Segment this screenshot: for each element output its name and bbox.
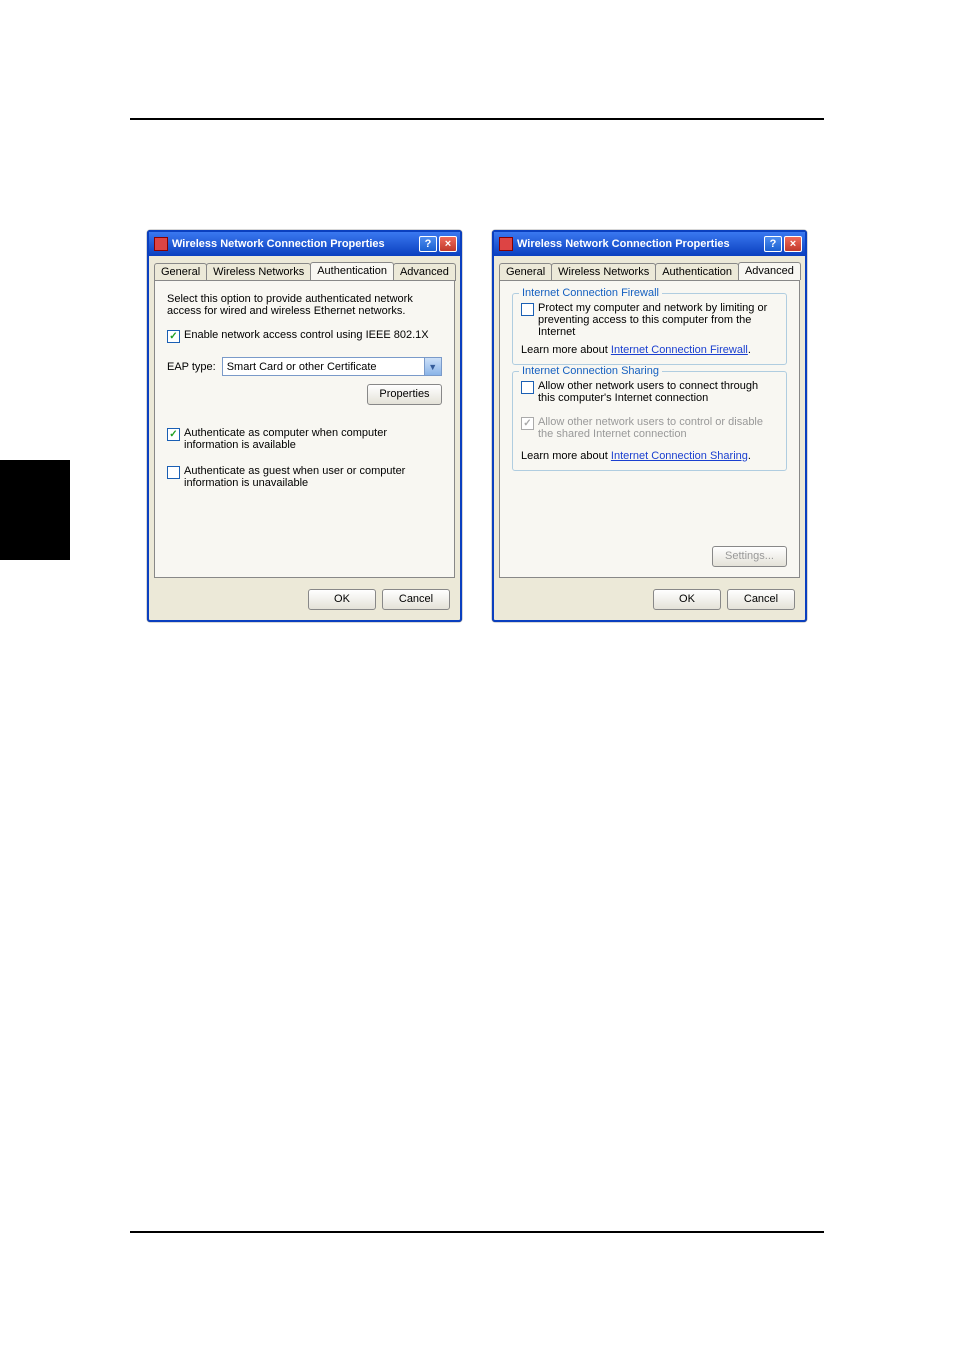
window-title: Wireless Network Connection Properties: [172, 238, 415, 250]
checkbox-auth-as-computer[interactable]: ✓ Authenticate as computer when computer…: [167, 427, 442, 451]
eap-type-label: EAP type:: [167, 361, 216, 373]
window-title: Wireless Network Connection Properties: [517, 238, 760, 250]
close-button[interactable]: ×: [439, 236, 457, 252]
tab-authentication[interactable]: Authentication: [655, 263, 739, 281]
link-icf[interactable]: Internet Connection Firewall: [611, 344, 748, 356]
checkbox-icon: ✓: [521, 417, 534, 430]
checkbox-icon: [167, 466, 180, 479]
settings-button: Settings...: [712, 546, 787, 567]
cancel-button[interactable]: Cancel: [727, 589, 795, 610]
tab-content-authentication: Select this option to provide authentica…: [154, 280, 455, 578]
tab-general[interactable]: General: [499, 263, 552, 281]
ics-learn-more: Learn more about Internet Connection Sha…: [521, 450, 778, 462]
checkbox-enable-8021x[interactable]: ✓ Enable network access control using IE…: [167, 329, 442, 343]
auth-intro-text: Select this option to provide authentica…: [167, 293, 442, 317]
groupbox-legend: Internet Connection Sharing: [519, 365, 662, 377]
tab-content-advanced: Internet Connection Firewall Protect my …: [499, 280, 800, 578]
eap-type-value: Smart Card or other Certificate: [227, 361, 377, 373]
help-button[interactable]: ?: [764, 236, 782, 252]
chevron-down-icon: ▼: [424, 358, 441, 375]
tab-strip: General Wireless Networks Authentication…: [494, 256, 805, 280]
help-button[interactable]: ?: [419, 236, 437, 252]
groupbox-ics: Internet Connection Sharing Allow other …: [512, 371, 787, 471]
tab-wireless-networks[interactable]: Wireless Networks: [206, 263, 311, 281]
tab-advanced[interactable]: Advanced: [738, 262, 801, 280]
checkbox-ics-allow-connect[interactable]: Allow other network users to connect thr…: [521, 380, 778, 404]
ok-button[interactable]: OK: [653, 589, 721, 610]
page-rule-top: [130, 118, 824, 120]
dialog-advanced: Wireless Network Connection Properties ?…: [492, 230, 807, 622]
groupbox-legend: Internet Connection Firewall: [519, 287, 662, 299]
properties-button[interactable]: Properties: [367, 384, 442, 405]
checkbox-icon: [521, 303, 534, 316]
dialog-buttons: OK Cancel: [149, 583, 460, 620]
icf-learn-more: Learn more about Internet Connection Fir…: [521, 344, 778, 356]
dialogs-container: Wireless Network Connection Properties ?…: [130, 230, 824, 622]
checkbox-label: Enable network access control using IEEE…: [184, 329, 429, 341]
app-icon: [499, 237, 513, 251]
close-button[interactable]: ×: [784, 236, 802, 252]
app-icon: [154, 237, 168, 251]
checkbox-icf-protect[interactable]: Protect my computer and network by limit…: [521, 302, 778, 338]
checkbox-label: Authenticate as computer when computer i…: [184, 427, 442, 451]
tab-general[interactable]: General: [154, 263, 207, 281]
page-side-tab: [0, 460, 70, 560]
checkbox-ics-allow-control: ✓ Allow other network users to control o…: [521, 416, 778, 440]
icf-learn-pre: Learn more about: [521, 344, 611, 356]
checkbox-label: Allow other network users to connect thr…: [538, 380, 778, 404]
dialog-buttons: OK Cancel: [494, 583, 805, 620]
titlebar[interactable]: Wireless Network Connection Properties ?…: [494, 232, 805, 256]
checkbox-label: Allow other network users to control or …: [538, 416, 778, 440]
groupbox-icf: Internet Connection Firewall Protect my …: [512, 293, 787, 365]
ok-button[interactable]: OK: [308, 589, 376, 610]
link-ics[interactable]: Internet Connection Sharing: [611, 450, 748, 462]
tab-strip: General Wireless Networks Authentication…: [149, 256, 460, 280]
checkbox-icon: ✓: [167, 428, 180, 441]
checkbox-label: Authenticate as guest when user or compu…: [184, 465, 442, 489]
checkbox-icon: ✓: [167, 330, 180, 343]
checkbox-label: Protect my computer and network by limit…: [538, 302, 778, 338]
tab-advanced[interactable]: Advanced: [393, 263, 456, 281]
dialog-authentication: Wireless Network Connection Properties ?…: [147, 230, 462, 622]
page-rule-bottom: [130, 1231, 824, 1233]
tab-authentication[interactable]: Authentication: [310, 262, 394, 280]
checkbox-icon: [521, 381, 534, 394]
cancel-button[interactable]: Cancel: [382, 589, 450, 610]
tab-wireless-networks[interactable]: Wireless Networks: [551, 263, 656, 281]
eap-type-select[interactable]: Smart Card or other Certificate ▼: [222, 357, 442, 376]
checkbox-auth-as-guest[interactable]: Authenticate as guest when user or compu…: [167, 465, 442, 489]
titlebar[interactable]: Wireless Network Connection Properties ?…: [149, 232, 460, 256]
ics-learn-pre: Learn more about: [521, 450, 611, 462]
